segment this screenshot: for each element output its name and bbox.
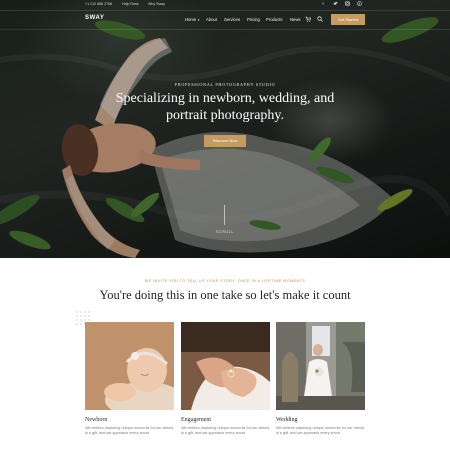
wedding-photo[interactable]: [276, 322, 365, 410]
nav-item-about[interactable]: About: [206, 17, 217, 22]
scroll-label[interactable]: SCROLL: [214, 230, 236, 234]
card-title[interactable]: Engagement: [181, 417, 211, 423]
site-logo[interactable]: SWAY: [85, 15, 105, 21]
newborn-photo[interactable]: [85, 322, 174, 410]
engagement-photo[interactable]: [181, 322, 270, 410]
hero-eyebrow: PROFESSIONAL PHOTOGRAPHY STUDIO: [174, 82, 276, 87]
topbar-phone[interactable]: +1 212 666 2766: [85, 2, 112, 6]
card-description: We believe capturing unique moments for …: [276, 426, 365, 436]
card-description: We believe capturing unique moments for …: [85, 426, 174, 436]
instagram-icon[interactable]: [344, 1, 350, 7]
nav-item-pricing[interactable]: Pricing: [247, 17, 260, 22]
nav-item-services[interactable]: Services: [224, 17, 240, 22]
hero-overlay: [0, 0, 450, 258]
topbar-help-desk-link[interactable]: Help Desk: [122, 2, 139, 6]
nav-item-products[interactable]: Products: [266, 17, 283, 22]
discover-now-button[interactable]: Discover Now: [204, 135, 246, 147]
pinterest-icon[interactable]: [356, 1, 362, 7]
card-title[interactable]: Wedding: [276, 417, 298, 423]
nav-item-news[interactable]: News: [290, 17, 300, 22]
search-icon[interactable]: [317, 16, 323, 24]
section-title: You're doing this in one take so let's m…: [99, 288, 351, 302]
topbar: +1 212 666 2766 Help Desk Why Sway f: [0, 0, 450, 9]
chevron-down-icon: ▼: [197, 18, 201, 22]
card-description: We believe capturing unique moments for …: [181, 426, 270, 436]
facebook-icon[interactable]: f: [320, 1, 326, 7]
main-header: SWAY Home▼ About Services Pricing Produc…: [0, 10, 450, 30]
get-started-button[interactable]: Get Started: [331, 14, 365, 25]
scroll-indicator-line: [224, 205, 225, 225]
hero-headline: Specializing in newborn, wedding, and po…: [115, 91, 335, 123]
hero-section: +1 212 666 2766 Help Desk Why Sway f SWA…: [0, 0, 450, 258]
section-eyebrow: WE INVITE YOU TO TELL US YOUR STORY, ONC…: [144, 279, 306, 283]
topbar-why-sway-link[interactable]: Why Sway: [148, 2, 165, 6]
nav-item-home[interactable]: Home▼: [185, 17, 200, 22]
twitter-icon[interactable]: [332, 1, 338, 7]
card-title[interactable]: Newborn: [85, 417, 107, 423]
cart-icon[interactable]: [305, 16, 311, 24]
